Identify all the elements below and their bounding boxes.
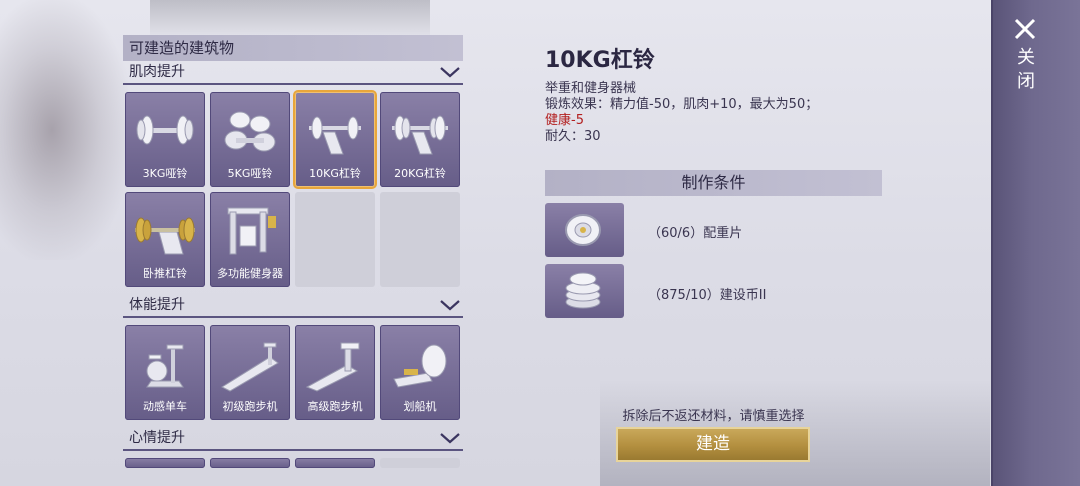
tile-label: 卧推杠铃: [143, 267, 187, 280]
item-title: 10KG杠铃: [545, 48, 655, 73]
category-label: 心情提升: [129, 430, 185, 446]
tile-multi-gym[interactable]: 多功能健身器: [210, 192, 290, 287]
dumbbell-icon: [136, 115, 194, 145]
treadmill-icon: [305, 342, 360, 392]
category-muscle[interactable]: 肌肉提升: [123, 61, 463, 85]
tile-bench-press[interactable]: 卧推杠铃: [125, 192, 205, 287]
category-label: 肌肉提升: [129, 64, 185, 80]
tile-label: 动感单车: [143, 400, 187, 413]
tile-exercise-bike[interactable]: 动感单车: [125, 325, 205, 420]
weight-plate-icon: [565, 214, 601, 246]
close-label[interactable]: 关闭: [1015, 46, 1037, 94]
tile-5kg-dumbbell[interactable]: 5KG哑铃: [210, 92, 290, 187]
empty-slot: [380, 192, 460, 287]
tile-basic-treadmill[interactable]: 初级跑步机: [210, 325, 290, 420]
chevron-down-icon[interactable]: [439, 296, 461, 314]
tile-rowing-machine[interactable]: 划船机: [380, 325, 460, 420]
category-label: 体能提升: [129, 297, 185, 313]
item-grid-muscle: 3KG哑铃 5KG哑铃 10KG杠铃 20KG杠铃 卧推杠铃 多功能健身器: [123, 85, 463, 294]
category-mood[interactable]: 心情提升: [123, 427, 463, 451]
tile-label: 多功能健身器: [217, 267, 283, 280]
close-icon[interactable]: [1014, 18, 1036, 40]
item-grid-stamina: 动感单车 初级跑步机 高级跑步机 划船机: [123, 318, 463, 427]
dumbbell-heavy-icon: [224, 111, 276, 152]
requirement-text: （60/6）配重片: [648, 226, 743, 241]
exercise-bike-icon: [146, 344, 184, 388]
tile-label: 20KG杠铃: [394, 167, 446, 180]
background-machinery-art: [150, 0, 430, 40]
barbell-rack-icon: [392, 115, 448, 155]
item-effect: 锻炼效果：精力值-50，肌肉+10，最大为50；: [545, 97, 819, 112]
buildable-list-panel[interactable]: 可建造的建筑物 肌肉提升 3KG哑铃 5KG哑铃 10KG杠铃 20KG杠铃 卧…: [123, 35, 463, 486]
barbell-rack-icon: [309, 116, 361, 155]
tile-label: 10KG杠铃: [309, 167, 361, 180]
requirement-text: （875/10）建设币II: [648, 288, 767, 303]
requirement-slot[interactable]: [545, 264, 624, 318]
coin-stack-icon: [565, 272, 601, 309]
build-button[interactable]: 建造: [616, 427, 810, 462]
tile-label: 5KG哑铃: [227, 167, 273, 180]
tile-label: 高级跑步机: [307, 400, 363, 413]
multi-gym-icon: [227, 207, 276, 255]
item-grid-mood: [123, 451, 463, 468]
panel-title: 可建造的建筑物: [123, 35, 463, 61]
tile-advanced-treadmill[interactable]: 高级跑步机: [295, 325, 375, 420]
empty-slot: [295, 192, 375, 287]
requirement-slot[interactable]: [545, 203, 624, 257]
tile-label: 3KG哑铃: [142, 167, 188, 180]
bench-press-icon: [135, 217, 195, 255]
requirements-title: 制作条件: [545, 170, 882, 196]
tile-label: 初级跑步机: [222, 400, 278, 413]
tile-3kg-dumbbell[interactable]: 3KG哑铃: [125, 92, 205, 187]
chevron-down-icon[interactable]: [439, 429, 461, 447]
item-durability: 耐久：30: [545, 129, 601, 144]
chevron-down-icon[interactable]: [439, 63, 461, 81]
empty-slot: [380, 458, 460, 468]
demolish-warning: 拆除后不返还材料，请慎重选择: [622, 409, 805, 424]
category-stamina[interactable]: 体能提升: [123, 294, 463, 318]
rowing-machine-icon: [393, 344, 447, 388]
tile-label: 划船机: [403, 400, 437, 413]
tile-10kg-barbell[interactable]: 10KG杠铃: [295, 92, 375, 187]
tile-partial[interactable]: [125, 458, 205, 468]
treadmill-icon: [220, 342, 279, 392]
tile-20kg-barbell[interactable]: 20KG杠铃: [380, 92, 460, 187]
background-character-art: [0, 0, 130, 260]
tile-partial[interactable]: [210, 458, 290, 468]
tile-partial[interactable]: [295, 458, 375, 468]
